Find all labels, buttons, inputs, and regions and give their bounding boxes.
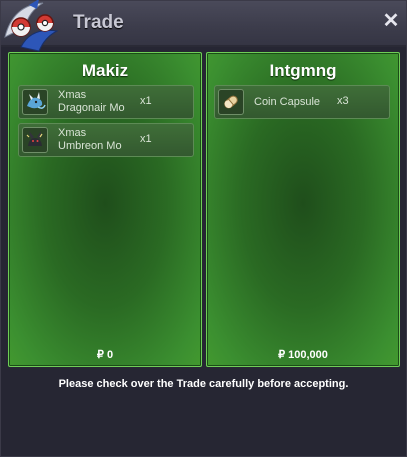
close-icon[interactable]: ✕	[382, 11, 400, 31]
umbreon-mount-icon	[22, 127, 48, 153]
trade-window: Trade ✕ Makiz Xmas Dragonair Mo x1 Xmas …	[0, 0, 407, 457]
title-bar[interactable]: Trade ✕	[1, 0, 406, 52]
trade-instruction-text: Please check over the Trade carefully be…	[58, 378, 349, 390]
pokeball-logo-icon	[4, 0, 59, 52]
left-item-1-name: Xmas Dragonair Mo	[58, 89, 125, 114]
right-player-name: Intgmng	[269, 61, 337, 80]
left-player-name: Makiz	[81, 61, 129, 80]
right-trade-panel: Intgmng Coin Capsule x3 ₽ 100,000	[206, 52, 400, 367]
right-item-1[interactable]: Coin Capsule x3	[214, 85, 390, 119]
right-item-1-qty: x3	[337, 95, 349, 107]
window-title: Trade	[73, 12, 124, 33]
left-item-2[interactable]: Xmas Umbreon Mo x1	[18, 123, 194, 157]
right-item-1-name: Coin Capsule	[254, 96, 321, 108]
left-item-2-name: Xmas Umbreon Mo	[58, 127, 122, 152]
right-money-offer: ₽ 100,000	[278, 349, 328, 361]
left-money-offer: ₽ 0	[96, 349, 114, 361]
left-item-1[interactable]: Xmas Dragonair Mo x1	[18, 85, 194, 119]
left-item-1-qty: x1	[140, 95, 152, 107]
left-item-2-qty: x1	[140, 133, 152, 145]
coin-capsule-icon	[218, 89, 244, 115]
left-trade-panel: Makiz Xmas Dragonair Mo x1 Xmas Umbreon …	[8, 52, 202, 367]
dragonair-mount-icon	[22, 89, 48, 115]
